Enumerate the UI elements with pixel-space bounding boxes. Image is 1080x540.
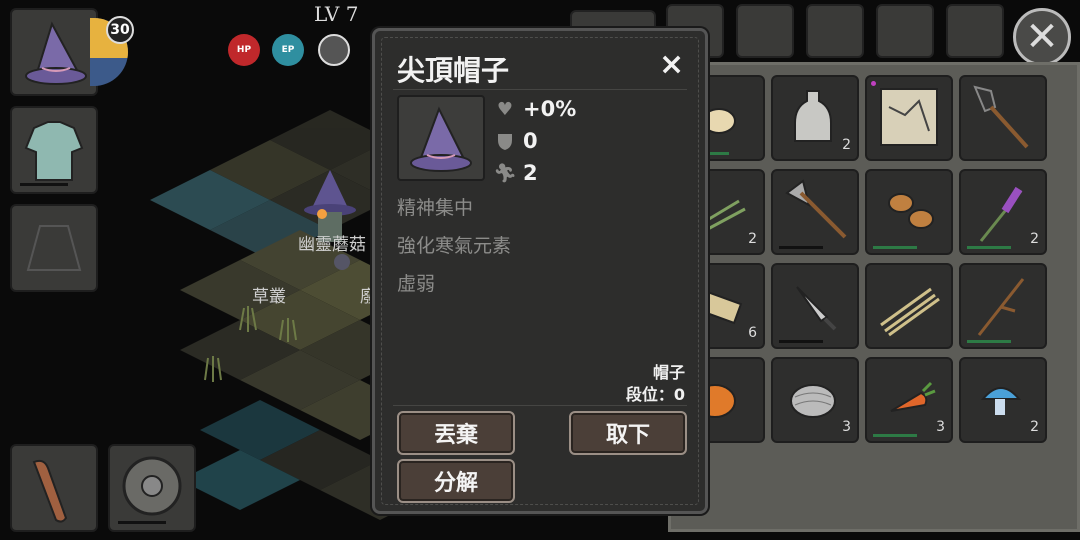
level-badge: 30	[106, 16, 134, 44]
stat-defense-value: 0	[523, 129, 538, 153]
inventory-slot[interactable]	[865, 169, 953, 255]
runner-icon: 🏃︎	[493, 162, 517, 184]
stat-speed: 🏃︎ 2	[493, 161, 538, 185]
durability-bar	[873, 434, 917, 437]
item-count: 6	[748, 325, 757, 341]
durability-bar	[873, 246, 917, 249]
potato-icon	[888, 193, 934, 229]
inventory-slot[interactable]	[865, 75, 953, 161]
inventory-slot[interactable]	[771, 263, 859, 349]
hay-bundle-icon	[880, 287, 940, 337]
heart-icon: ♥	[496, 98, 514, 120]
durability-bar	[967, 340, 1011, 343]
hp-label: HP	[236, 45, 252, 55]
tab-crafting[interactable]	[736, 4, 794, 58]
club-icon	[32, 459, 68, 523]
ghost-mushroom-label: 幽靈蘑菇	[298, 235, 366, 255]
equip-slot-cape[interactable]	[10, 204, 98, 292]
round-shield-icon	[122, 456, 182, 516]
equip-slot-body[interactable]	[10, 106, 98, 194]
item-title: 尖頂帽子	[397, 54, 510, 87]
inventory-slot[interactable]	[959, 263, 1047, 349]
item-preview	[397, 95, 485, 181]
durability-bar	[779, 340, 823, 343]
inventory-slot[interactable]: 2	[959, 169, 1047, 255]
durability-bar	[967, 246, 1011, 249]
tab-bag-2[interactable]	[876, 4, 934, 58]
effect-line: 精神集中	[397, 197, 474, 219]
close-popup-button[interactable]: ×	[659, 47, 684, 82]
item-count: 3	[842, 419, 851, 435]
shirt-icon	[24, 121, 84, 181]
hp-icon: HP	[228, 34, 260, 66]
stat-defense: 0	[495, 129, 538, 153]
hunger-icon	[318, 34, 350, 66]
shield-icon	[495, 131, 515, 151]
durability-bar	[779, 246, 823, 249]
item-count: 2	[748, 231, 757, 247]
inventory-slot[interactable]	[771, 169, 859, 255]
inventory-slot[interactable]: 2	[959, 357, 1047, 443]
wizard-hat-icon	[25, 21, 87, 85]
inventory-slot[interactable]: 2	[771, 75, 859, 161]
inventory-panel: 2 2 2 6 3 3 2	[668, 62, 1080, 532]
item-detail-popup: 尖頂帽子 × ♥ +0% 0 🏃︎ 2 精神集中 強化寒氣元素 虛弱 帽子 段位…	[372, 28, 708, 514]
cape-outline-icon	[26, 225, 82, 271]
equip-slot-shield[interactable]	[108, 444, 196, 532]
stat-health: ♥ +0%	[495, 97, 576, 121]
ep-icon: EP	[272, 34, 304, 66]
unequip-button[interactable]: 取下	[569, 411, 687, 455]
grass-bush-label: 草叢	[252, 287, 286, 307]
player-level: LV 7	[314, 2, 359, 26]
divider	[393, 405, 687, 406]
ep-label: EP	[281, 45, 295, 55]
stat-speed-value: 2	[523, 161, 538, 185]
shovel-icon	[973, 85, 1029, 149]
branch-icon	[977, 278, 1025, 336]
inventory-slot[interactable]: 3	[771, 357, 859, 443]
divider	[393, 89, 687, 90]
tab-bag-1[interactable]	[806, 4, 864, 58]
knife-icon	[796, 286, 837, 331]
decompose-button[interactable]: 分解	[397, 459, 515, 503]
item-tier: 段位：0	[625, 385, 685, 404]
item-count: 2	[1030, 231, 1039, 247]
effect-line: 強化寒氣元素	[397, 235, 512, 257]
map-icon	[880, 88, 938, 146]
inventory-slot[interactable]	[959, 75, 1047, 161]
item-count: 2	[842, 137, 851, 153]
durability-bar	[118, 521, 166, 524]
stat-health-value: +0%	[523, 97, 577, 121]
equip-slot-weapon[interactable]	[10, 444, 98, 532]
close-inventory-button[interactable]: ✕	[1013, 8, 1071, 66]
new-item-dot	[871, 81, 876, 86]
item-count: 2	[1030, 419, 1039, 435]
inventory-slot[interactable]	[865, 263, 953, 349]
inventory-slot[interactable]: 3	[865, 357, 953, 443]
discard-button[interactable]: 丟棄	[397, 411, 515, 455]
durability-bar	[20, 183, 68, 186]
wizard-hat-icon	[410, 106, 472, 172]
item-count: 3	[936, 419, 945, 435]
tab-bag-3[interactable]	[946, 4, 1004, 58]
pickaxe-icon	[785, 179, 847, 239]
item-category: 帽子	[652, 363, 685, 382]
effect-line: 虛弱	[397, 273, 436, 295]
equip-slot-head[interactable]	[10, 8, 98, 96]
